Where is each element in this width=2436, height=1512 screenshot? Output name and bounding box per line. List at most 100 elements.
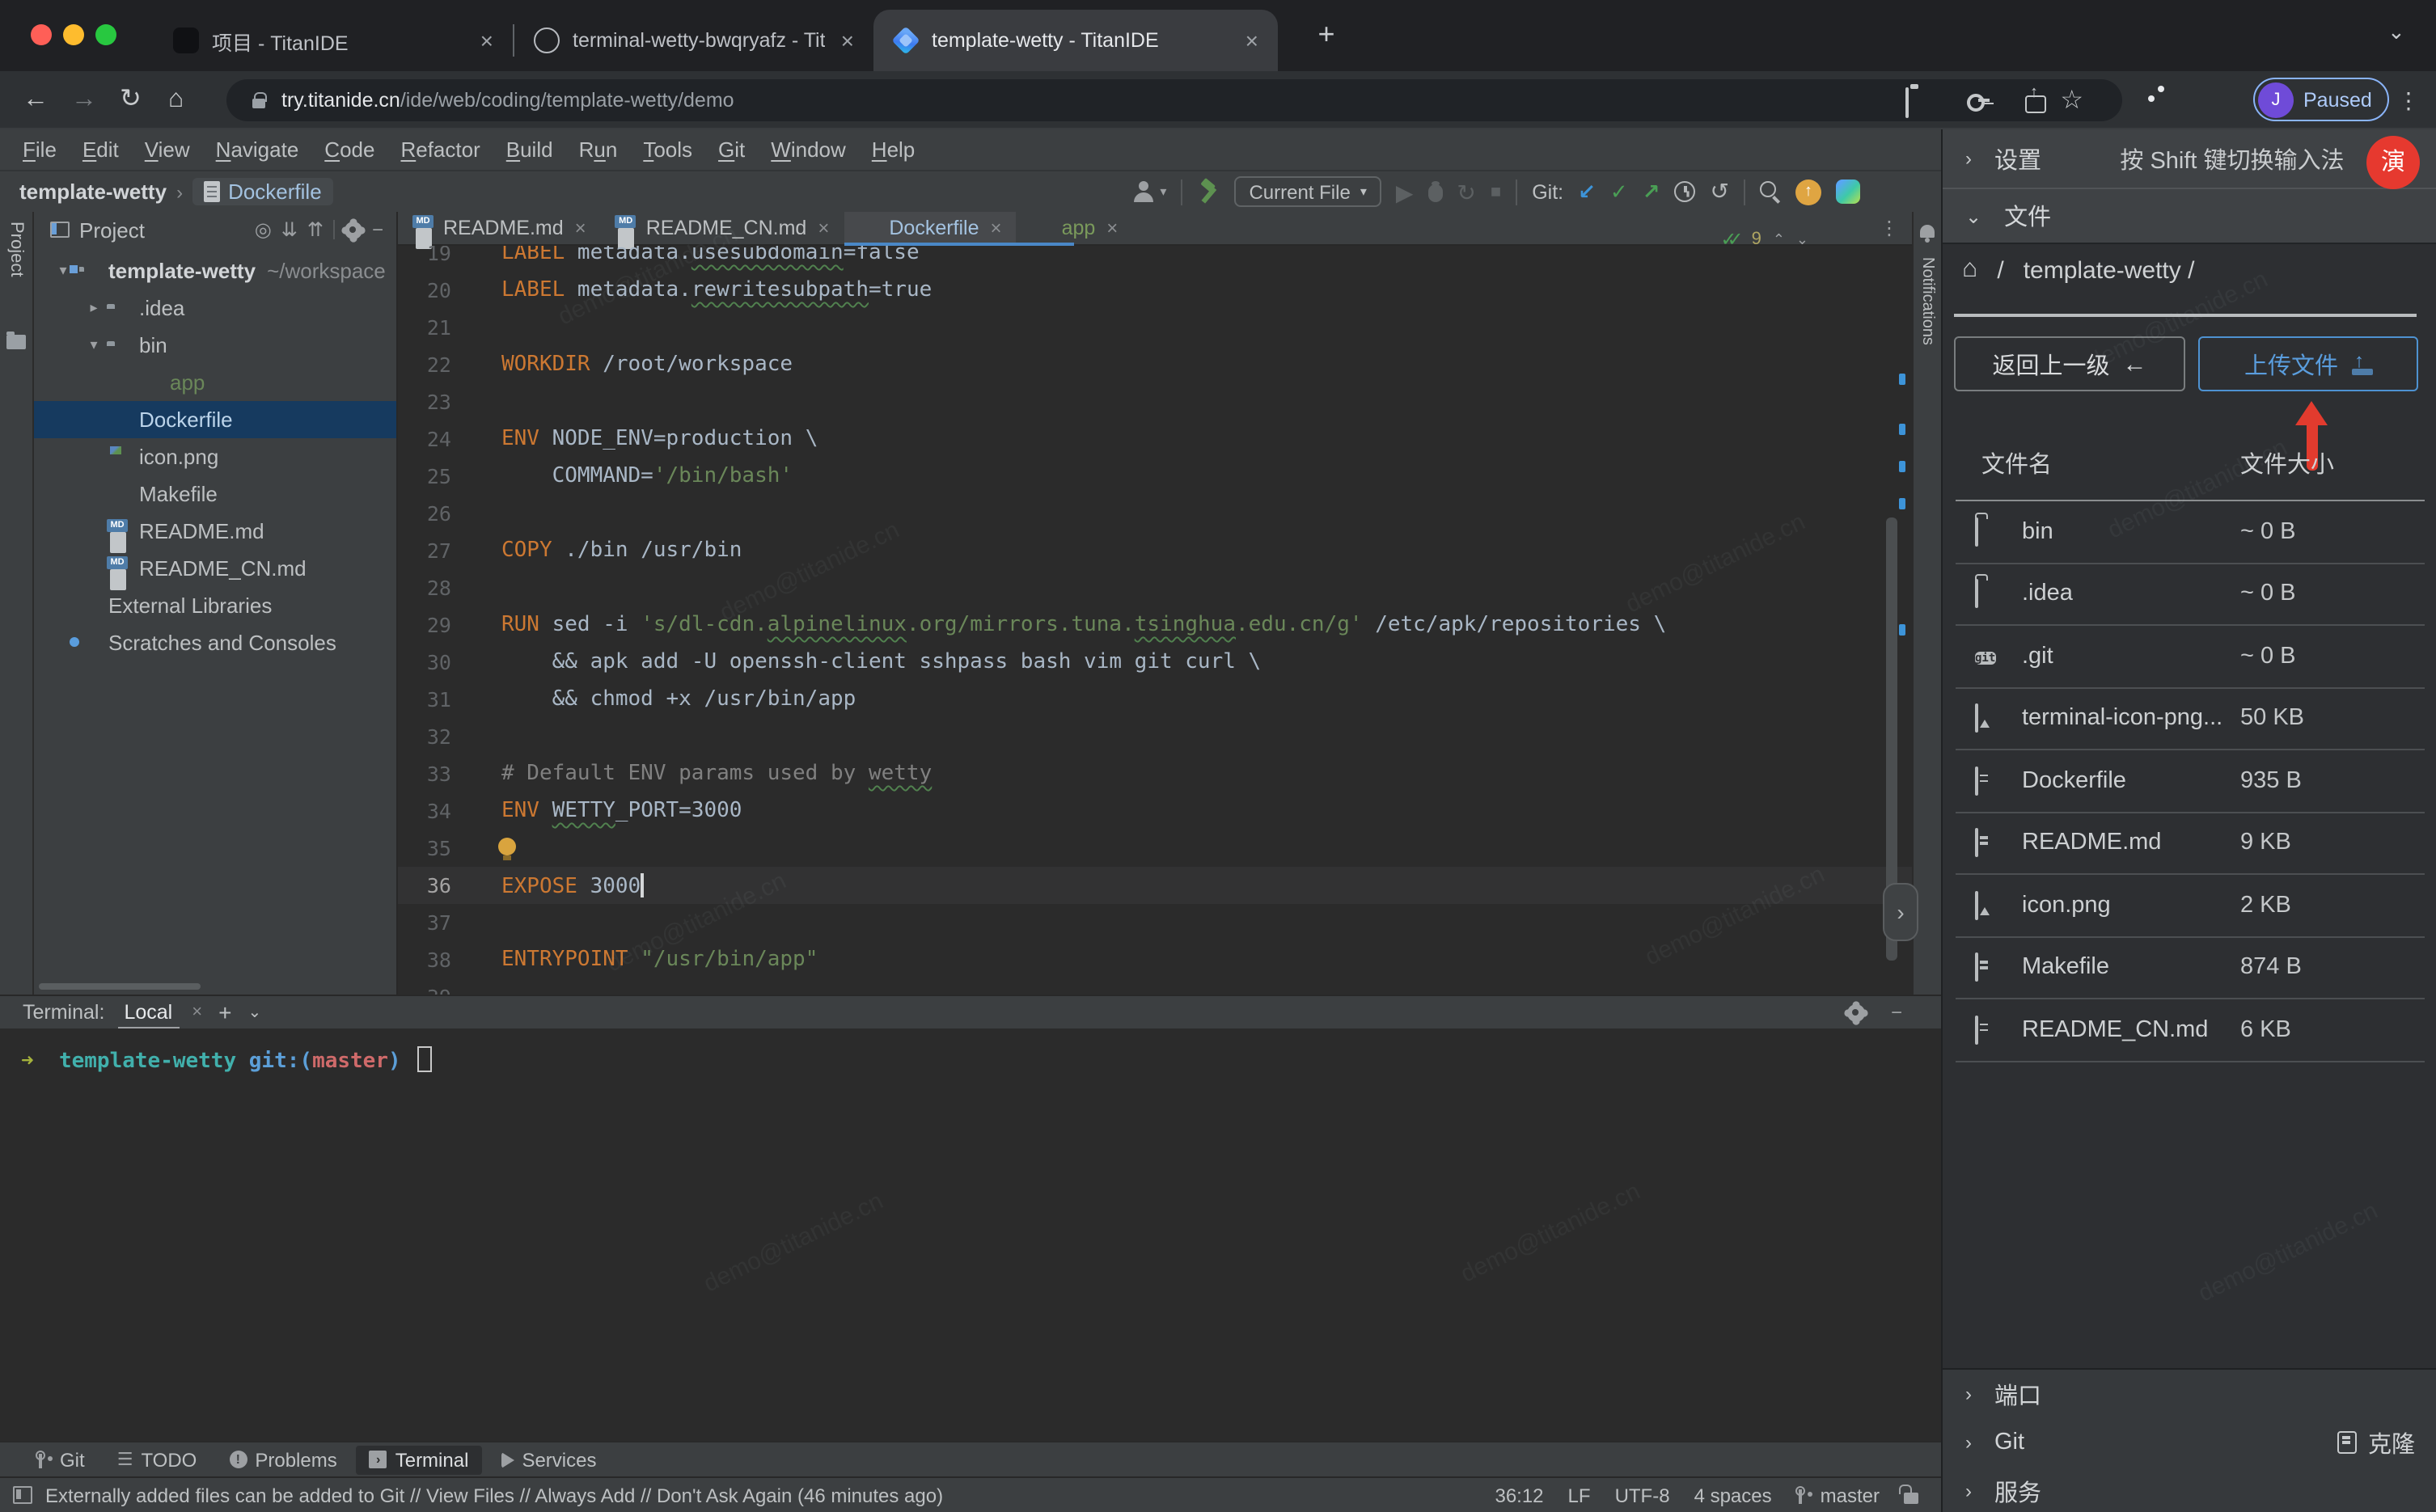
browser-tab-titanide[interactable]: 项目 - TitanIDE × <box>154 10 513 71</box>
code-line-38[interactable]: 38 ENTRYPOINT "/usr/bin/app" <box>398 941 1912 978</box>
indent-setting[interactable]: 4 spaces <box>1694 1484 1772 1506</box>
terminal-dropdown-icon[interactable]: ⌄ <box>247 1003 261 1021</box>
file-row-terminal-icon-png[interactable]: terminal-icon-png... 50 KB <box>1956 688 2425 750</box>
code-line-24[interactable]: 24 ENV NODE_ENV=production \ <box>398 420 1912 458</box>
address-bar[interactable]: try.titanide.cn/ide/web/coding/template-… <box>226 79 2122 121</box>
debug-icon[interactable] <box>1427 181 1443 202</box>
bookmark-star-icon[interactable]: ☆ <box>2060 87 2083 115</box>
update-available-icon[interactable]: ↑ <box>1795 179 1821 205</box>
terminal-output[interactable]: ➜ template-wetty git:(master) <box>0 1028 1941 1512</box>
breadcrumb-file[interactable]: Dockerfile <box>192 178 333 205</box>
tree-item-icon-png[interactable]: icon.png <box>34 438 396 475</box>
tab-close-icon[interactable]: × <box>1242 27 1262 53</box>
editor-tab-close-icon[interactable]: × <box>1106 217 1118 239</box>
prev-problem-icon[interactable]: ⌃ <box>1773 230 1785 248</box>
menu-run[interactable]: Run <box>566 137 631 162</box>
back-icon[interactable]: ← <box>23 84 49 116</box>
project-options-gear-icon[interactable] <box>344 221 362 239</box>
rollback-icon[interactable]: ↺ <box>1711 178 1729 205</box>
lock-icon[interactable] <box>252 91 267 108</box>
tab-search-chevron-icon[interactable]: ⌄ <box>2387 19 2405 45</box>
code-line-39[interactable]: 39 <box>398 978 1912 995</box>
commander-folder-icon[interactable] <box>6 331 26 349</box>
inspection-widget[interactable]: ✓✓ 9 ⌃ ⌄ <box>1720 228 1808 251</box>
file-row-git[interactable]: git .git ~ 0 B <box>1956 626 2425 688</box>
menu-refactor[interactable]: Refactor <box>387 137 493 162</box>
code-line-25[interactable]: 25 COMMAND='/bin/bash' <box>398 458 1912 495</box>
terminal-settings-gear-icon[interactable] <box>1846 1003 1865 1021</box>
section-[interactable]: › 端口 <box>1943 1370 2436 1418</box>
menu-build[interactable]: Build <box>493 137 566 162</box>
settings-section-header[interactable]: › 设置 按 Shift 键切换输入法 <box>1943 129 2436 189</box>
terminal-new-session-icon[interactable]: + <box>218 999 231 1025</box>
quickfix-bulb-icon[interactable] <box>498 838 516 860</box>
terminal-tab-local[interactable]: Local <box>117 1001 179 1030</box>
code-line-23[interactable]: 23 <box>398 383 1912 420</box>
clone-action[interactable]: 克隆 <box>2337 1425 2415 1459</box>
file-row-dockerfile[interactable]: Dockerfile 935 B <box>1956 750 2425 813</box>
tree-item-readme-md[interactable]: README.md <box>34 513 396 550</box>
url-text[interactable]: try.titanide.cn/ide/web/coding/template-… <box>281 89 734 112</box>
menu-view[interactable]: View <box>132 137 203 162</box>
code-line-19[interactable]: 19 LABEL metadata.usesubdomain=false <box>398 246 1912 272</box>
code-line-27[interactable]: 27 COPY ./bin /usr/bin <box>398 532 1912 569</box>
toolwindow-button-terminal[interactable]: › Terminal <box>356 1445 482 1474</box>
terminal-minimize-icon[interactable]: − <box>1891 1001 1902 1024</box>
code-line-37[interactable]: 37 <box>398 904 1912 941</box>
back-to-parent-button[interactable]: 返回上一级 ← <box>1954 336 2185 391</box>
run-icon[interactable]: ▶ <box>1396 179 1414 205</box>
code-viewport[interactable]: 19 LABEL metadata.usesubdomain=false 20 LAB… <box>398 246 1912 995</box>
demo-badge[interactable]: 演 <box>2366 136 2420 189</box>
editor-tab-readme-md[interactable]: README.md × <box>398 212 601 244</box>
code-line-31[interactable]: 31 && chmod +x /usr/bin/app <box>398 681 1912 718</box>
section-git[interactable]: › Git 克隆 <box>1943 1418 2436 1467</box>
menu-window[interactable]: Window <box>758 137 859 162</box>
browser-tab-template-wetty-titanide[interactable]: template-wetty - TitanIDE × <box>873 10 1278 71</box>
window-close-button[interactable] <box>31 24 52 45</box>
status-message[interactable]: Externally added files can be added to G… <box>45 1484 943 1506</box>
expand-all-icon[interactable]: ⇊ <box>281 218 298 241</box>
tree-item-external-libraries[interactable]: External Libraries <box>34 587 396 624</box>
next-problem-icon[interactable]: ⌄ <box>1796 230 1808 248</box>
tree-item-app[interactable]: app <box>34 364 396 401</box>
menu-help[interactable]: Help <box>859 137 928 162</box>
files-section-header[interactable]: ⌄ 文件 <box>1943 189 2436 244</box>
section-[interactable]: › 服务 <box>1943 1467 2436 1512</box>
home-icon[interactable]: ⌂ <box>1962 256 1977 285</box>
tree-item-scratches-and-consoles[interactable]: Scratches and Consoles <box>34 624 396 661</box>
menu-edit[interactable]: Edit <box>70 137 132 162</box>
toolwindow-toggle-icon[interactable] <box>13 1486 32 1504</box>
tree-item-bin[interactable]: ▾ bin <box>34 327 396 364</box>
run-coverage-icon[interactable]: ↻ <box>1457 179 1475 205</box>
menu-tools[interactable]: Tools <box>630 137 705 162</box>
editor-tab-close-icon[interactable]: × <box>991 217 1002 239</box>
run-configuration-select[interactable]: Current File ▾ <box>1234 176 1381 207</box>
code-line-26[interactable]: 26 <box>398 495 1912 532</box>
code-line-28[interactable]: 28 <box>398 569 1912 606</box>
panel-expander-button[interactable]: › <box>1883 883 1918 941</box>
locate-file-icon[interactable]: ◎ <box>255 218 272 241</box>
toolwindow-button-services[interactable]: Services <box>488 1445 609 1474</box>
stripe-notifications-tab[interactable]: Notifications <box>1918 257 1936 345</box>
file-row-readme-cn-md[interactable]: README_CN.md 6 KB <box>1956 999 2425 1062</box>
editor-tab-readme-cn-md[interactable]: README_CN.md × <box>601 212 844 244</box>
menu-code[interactable]: Code <box>311 137 387 162</box>
file-row-bin[interactable]: bin ~ 0 B <box>1956 501 2425 564</box>
tab-close-icon[interactable]: × <box>838 27 857 53</box>
git-commit-icon[interactable]: ✓ <box>1610 179 1628 205</box>
titanide-logo-icon[interactable] <box>1836 179 1860 204</box>
tree-item-readme-cn-md[interactable]: README_CN.md <box>34 550 396 587</box>
profile-chip[interactable]: J Paused <box>2253 78 2390 121</box>
browser-tab-terminal-wetty-bwqryafz-tita[interactable]: terminal-wetty-bwqryafz - Tita × <box>514 10 873 71</box>
code-line-20[interactable]: 20 LABEL metadata.rewritesubpath=true <box>398 272 1912 309</box>
editor-tab-close-icon[interactable]: × <box>818 217 829 239</box>
tree-item-makefile[interactable]: Makefile <box>34 475 396 513</box>
git-branch-widget[interactable]: master <box>1795 1484 1880 1506</box>
code-line-33[interactable]: 33 # Default ENV params used by wetty <box>398 755 1912 792</box>
media-router-icon[interactable] <box>1905 87 1909 118</box>
notifications-bell-icon[interactable] <box>1920 225 1935 243</box>
code-line-36[interactable]: 36 EXPOSE 3000 <box>398 867 1912 904</box>
project-horizontal-scrollbar[interactable] <box>39 983 201 990</box>
menu-navigate[interactable]: Navigate <box>203 137 312 162</box>
toolwindow-button-git[interactable]: Git <box>23 1445 98 1474</box>
